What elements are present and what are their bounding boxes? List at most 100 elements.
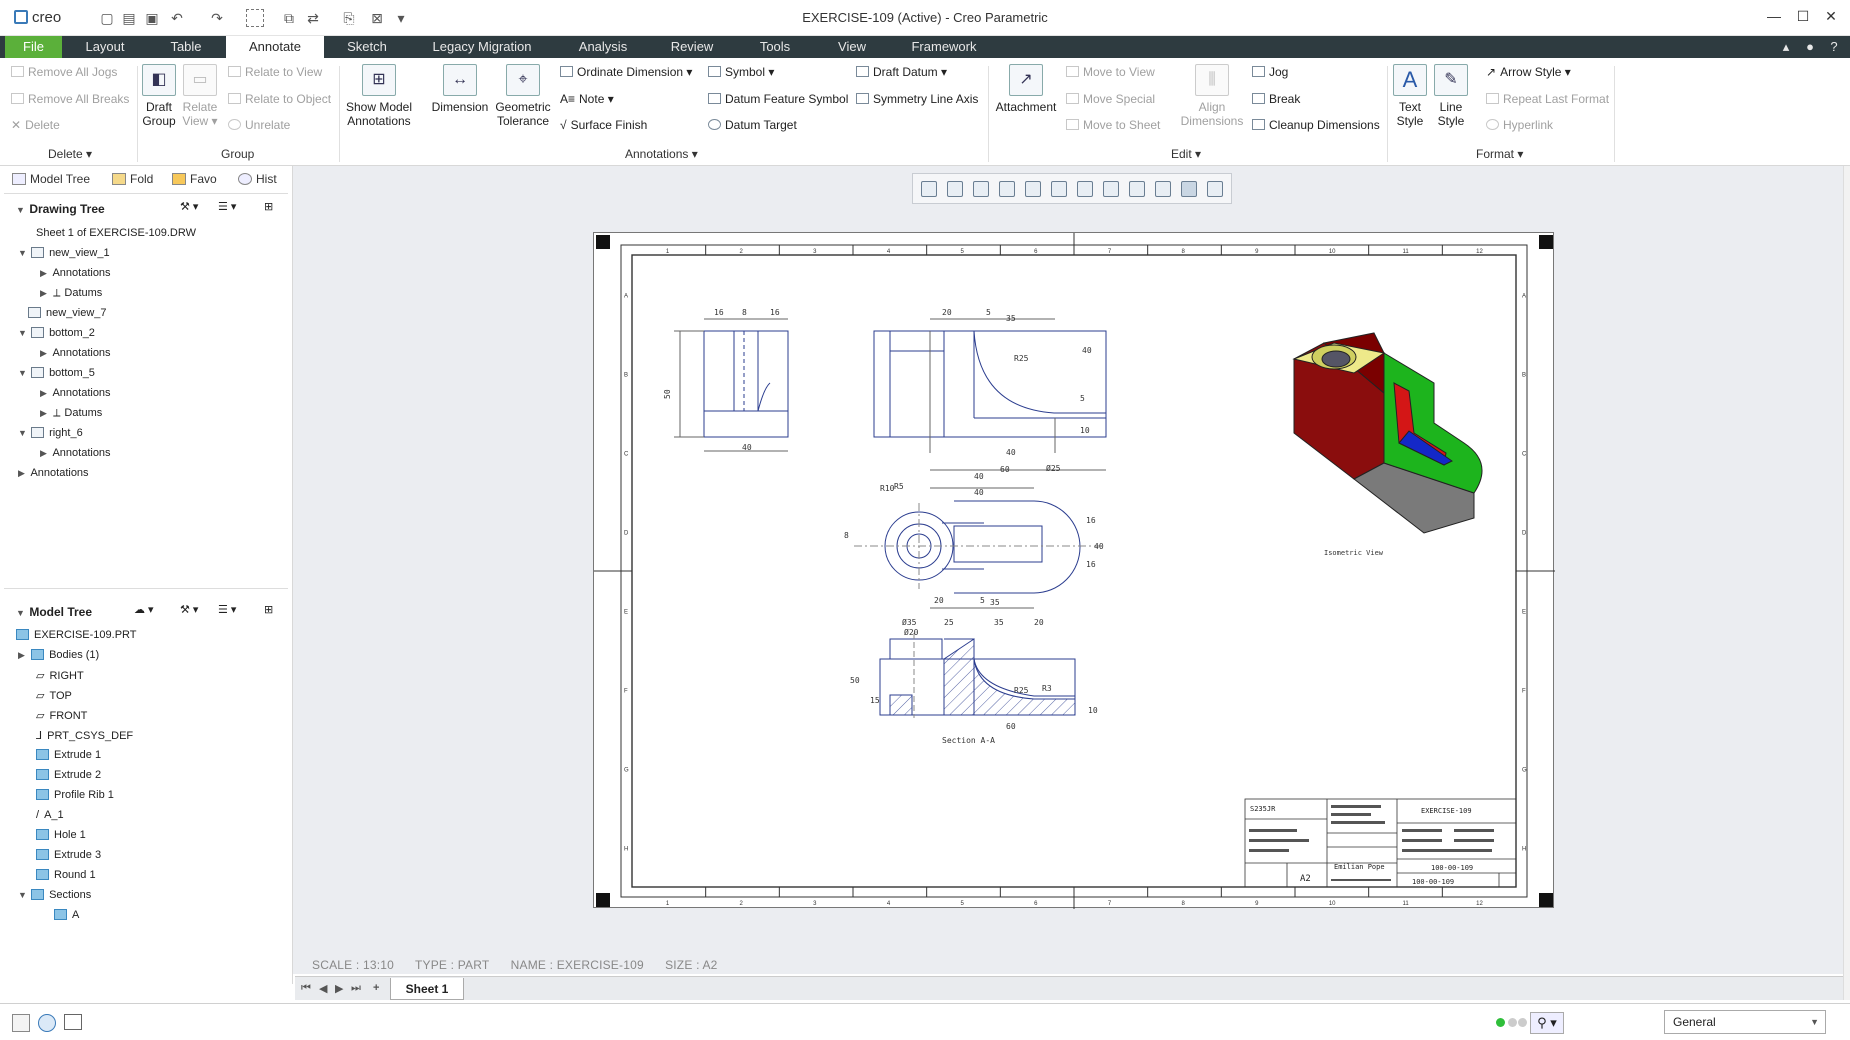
collapse-ribbon-icon[interactable]: ▴: [1776, 36, 1796, 58]
relate-view-button[interactable]: ▭ Relate View ▾: [180, 64, 220, 128]
dimension-button[interactable]: ↔ Dimension: [430, 64, 490, 114]
add-sheet-icon[interactable]: +: [373, 982, 379, 994]
tree-settings-icon[interactable]: ⚒ ▾: [180, 200, 198, 213]
tree-item-right-6[interactable]: ▼ right_6: [18, 427, 83, 439]
tree-item-hole-1[interactable]: Hole 1: [36, 829, 86, 841]
tab-table[interactable]: Table: [160, 36, 212, 58]
tab-favorites[interactable]: Favo: [172, 172, 217, 186]
attachment-button[interactable]: ↗ Attachment: [992, 64, 1060, 114]
tab-legacy-migration[interactable]: Legacy Migration: [420, 36, 544, 58]
next-sheet-icon[interactable]: ▶: [335, 982, 343, 995]
tree-item-bodies[interactable]: ▶ Bodies (1): [18, 649, 99, 661]
surface-finish-button[interactable]: √ Surface Finish: [560, 118, 647, 133]
user-icon[interactable]: ●: [1800, 36, 1820, 58]
tree-item-round-1[interactable]: Round 1: [36, 869, 96, 881]
tree-item-top[interactable]: ▱ TOP: [36, 689, 72, 702]
prev-sheet-icon[interactable]: ◀: [319, 982, 327, 995]
tree-item-new-view-1[interactable]: ▼ new_view_1: [18, 247, 110, 259]
zoom-in-icon[interactable]: [947, 181, 963, 197]
tree-item-extrude-1[interactable]: Extrude 1: [36, 749, 101, 761]
close-window-icon[interactable]: ⊠: [368, 9, 386, 27]
datum-feature-symbol-button[interactable]: Datum Feature Symbol: [708, 92, 848, 107]
geometric-tolerance-button[interactable]: ⌖ Geometric Tolerance: [494, 64, 552, 128]
display-style-icon[interactable]: [1025, 181, 1041, 197]
tree-item-extrude-3[interactable]: Extrude 3: [36, 849, 101, 861]
tree-item-annotations[interactable]: ▶ Annotations: [40, 387, 111, 399]
vertical-scrollbar[interactable]: [1843, 166, 1850, 1000]
selection-filter-dropdown[interactable]: General ▼: [1664, 1010, 1826, 1034]
jog-button[interactable]: Jog: [1252, 65, 1288, 80]
note-button[interactable]: A≡ Note ▾: [560, 92, 614, 107]
close-button[interactable]: ✕: [1820, 8, 1842, 28]
tab-tools[interactable]: Tools: [752, 36, 798, 58]
tab-view[interactable]: View: [832, 36, 872, 58]
move-to-sheet-button[interactable]: Move to Sheet: [1066, 118, 1160, 133]
edit-group-label[interactable]: Edit ▾: [1171, 147, 1201, 161]
tree-item-extrude-2[interactable]: Extrude 2: [36, 769, 101, 781]
repaint-icon[interactable]: [999, 181, 1015, 197]
drawing-tree-header[interactable]: ▼ Drawing Tree: [16, 202, 105, 216]
tab-framework[interactable]: Framework: [906, 36, 982, 58]
draft-group-button[interactable]: ◧ Draft Group: [140, 64, 178, 128]
tree-item-datums[interactable]: ▶ ⟂ Datums: [40, 287, 102, 300]
annotations-group-label[interactable]: Annotations ▾: [625, 147, 698, 161]
maximize-button[interactable]: ☐: [1792, 8, 1814, 28]
tree-columns-icon[interactable]: ☰ ▾: [218, 200, 236, 213]
hyperlink-button[interactable]: Hyperlink: [1486, 118, 1553, 133]
regenerate-icon[interactable]: ⇄: [304, 9, 322, 27]
tree-filter-icon[interactable]: ⊞: [264, 603, 273, 616]
tree-item-datums[interactable]: ▶ ⟂ Datums: [40, 407, 102, 420]
text-style-button[interactable]: A Text Style: [1390, 64, 1430, 128]
break-button[interactable]: Break: [1252, 92, 1300, 107]
tab-folder[interactable]: Fold: [112, 172, 153, 186]
minimize-button[interactable]: —: [1763, 8, 1785, 28]
tree-item-new-view-7[interactable]: new_view_7: [28, 307, 107, 319]
move-to-view-button[interactable]: Move to View: [1066, 65, 1155, 80]
tree-filter-icon[interactable]: ⊞: [264, 200, 273, 213]
remove-all-breaks-button[interactable]: Remove All Breaks: [11, 92, 129, 107]
align-dimensions-button[interactable]: ⫼ Align Dimensions: [1178, 64, 1246, 128]
save-icon[interactable]: ▣: [143, 9, 161, 27]
saved-orientations-icon[interactable]: [1051, 181, 1067, 197]
draft-datum-button[interactable]: Draft Datum ▾: [856, 65, 947, 80]
copy-icon[interactable]: ⎘: [340, 9, 358, 27]
undo-icon[interactable]: ↶: [168, 9, 186, 27]
tree-item-bottom-2[interactable]: ▼ bottom_2: [18, 327, 95, 339]
tree-item-annotations[interactable]: ▶ Annotations: [40, 447, 111, 459]
tree-item-csys[interactable]: ⅃ PRT_CSYS_DEF: [36, 729, 133, 742]
tab-analysis[interactable]: Analysis: [570, 36, 636, 58]
model-tree-display-icon[interactable]: ☁ ▾: [134, 603, 154, 616]
find-icon[interactable]: ⚲ ▾: [1530, 1012, 1564, 1034]
sheet-tab[interactable]: Sheet 1: [390, 978, 464, 1000]
csys-display-icon[interactable]: [1181, 181, 1197, 197]
show-model-annotations-button[interactable]: ⊞ Show Model Annotations: [343, 64, 415, 128]
customize-toolbar-icon[interactable]: ▾: [392, 9, 410, 27]
redo-icon[interactable]: ↷: [208, 9, 226, 27]
point-display-icon[interactable]: [1207, 181, 1223, 197]
move-special-button[interactable]: Move Special: [1066, 92, 1155, 107]
tree-item-sheet[interactable]: Sheet 1 of EXERCISE-109.DRW: [36, 227, 196, 239]
delete-button[interactable]: ✕ Delete: [11, 118, 60, 133]
tree-item-sections[interactable]: ▼ Sections: [18, 889, 91, 901]
tab-sketch[interactable]: Sketch: [338, 36, 396, 58]
tab-review[interactable]: Review: [664, 36, 720, 58]
tree-item-annotations[interactable]: ▶ Annotations: [18, 467, 89, 479]
tree-item-front[interactable]: ▱ FRONT: [36, 709, 87, 722]
window-icon[interactable]: ⧉: [280, 9, 298, 27]
tree-settings-icon[interactable]: ⚒ ▾: [180, 603, 198, 616]
unrelate-button[interactable]: Unrelate: [228, 118, 290, 133]
relate-to-view-button[interactable]: Relate to View: [228, 65, 322, 80]
zoom-out-icon[interactable]: [973, 181, 989, 197]
view-manager-icon[interactable]: [1077, 181, 1093, 197]
relate-to-object-button[interactable]: Relate to Object: [228, 92, 331, 107]
spin-center-icon[interactable]: [1155, 181, 1171, 197]
tab-model-tree[interactable]: Model Tree: [12, 172, 90, 186]
tree-item-a-1[interactable]: / A_1: [36, 809, 64, 821]
new-file-icon[interactable]: ▢: [98, 9, 116, 27]
tree-item-bottom-5[interactable]: ▼ bottom_5: [18, 367, 95, 379]
annotation-display-icon[interactable]: [1129, 181, 1145, 197]
navigator-toggle-icon[interactable]: [12, 1014, 30, 1032]
tree-item-part[interactable]: EXERCISE-109.PRT: [16, 629, 137, 641]
browser-toggle-icon[interactable]: [38, 1014, 56, 1032]
tree-columns-icon[interactable]: ☰ ▾: [218, 603, 236, 616]
